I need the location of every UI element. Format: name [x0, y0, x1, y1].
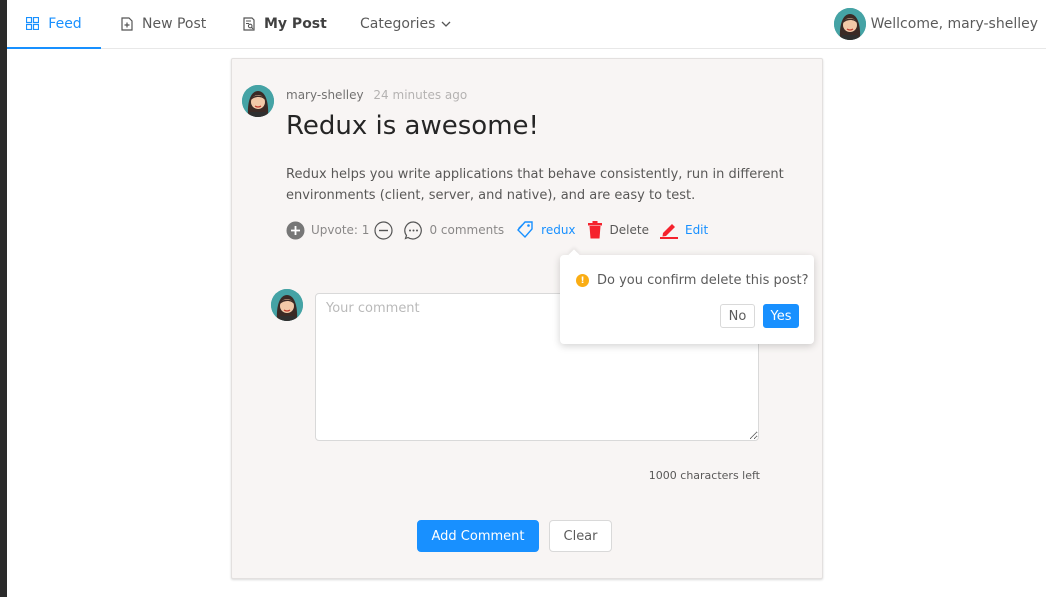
clear-button[interactable]: Clear	[549, 520, 612, 552]
author-name[interactable]: mary-shelley	[286, 88, 364, 102]
popconfirm-text: Do you confirm delete this post?	[597, 273, 809, 288]
nav-my-post-label: My Post	[264, 16, 327, 32]
post-actions: Upvote: 1 0 comments redux Delete Edit	[286, 219, 708, 241]
nav-feed-label: Feed	[48, 15, 82, 32]
appstore-icon	[26, 17, 40, 30]
nav-my-post[interactable]: My Post	[243, 0, 327, 48]
user-menu[interactable]: Wellcome, mary-shelley	[833, 8, 1038, 40]
nav-new-post[interactable]: New Post	[121, 0, 206, 48]
delete-popconfirm: ! Do you confirm delete this post? No Ye…	[560, 249, 814, 344]
add-comment-button[interactable]: Add Comment	[417, 520, 539, 552]
user-avatar	[833, 8, 866, 40]
post-time: 24 minutes ago	[373, 88, 468, 102]
comments-count[interactable]: 0 comments	[404, 220, 505, 240]
nav-categories-label: Categories	[360, 16, 436, 32]
post-title: Redux is awesome!	[286, 111, 539, 141]
author-line: mary-shelley 24 minutes ago	[286, 88, 467, 102]
file-add-icon	[121, 17, 133, 31]
downvote-button[interactable]	[374, 220, 394, 240]
minus-circle-icon	[374, 220, 394, 240]
trash-icon	[587, 221, 602, 239]
upvote-button[interactable]: Upvote: 1	[286, 221, 369, 240]
edit-icon	[659, 224, 678, 239]
welcome-text: Wellcome, mary-shelley	[870, 16, 1038, 32]
edit-label: Edit	[684, 223, 709, 237]
nav-feed[interactable]: Feed	[7, 0, 101, 49]
author-avatar	[242, 85, 274, 117]
chevron-down-icon	[442, 21, 451, 27]
tags-icon	[517, 221, 533, 239]
file-search-icon	[243, 17, 255, 31]
popconfirm-no-button[interactable]: No	[720, 304, 755, 328]
top-navbar: Feed New Post My Post Categories Wellcom…	[7, 0, 1046, 49]
tag-label: redux	[541, 223, 576, 237]
plus-circle-icon	[286, 221, 305, 239]
commenter-avatar	[271, 289, 303, 321]
window-edge	[0, 0, 7, 597]
message-icon	[404, 220, 423, 240]
post-body: Redux helps you write applications that …	[286, 167, 784, 203]
chars-left-counter: 1000 characters left	[648, 469, 760, 482]
popconfirm-yes-button[interactable]: Yes	[763, 304, 799, 328]
exclamation-circle-icon: !	[576, 274, 589, 287]
delete-label: Delete	[609, 223, 649, 237]
nav-categories[interactable]: Categories	[360, 0, 451, 48]
nav-new-post-label: New Post	[142, 16, 207, 32]
upvote-label: Upvote: 1	[311, 223, 370, 237]
delete-button[interactable]: Delete	[587, 221, 649, 239]
edit-button[interactable]: Edit	[659, 221, 709, 239]
tag-redux[interactable]: redux	[516, 221, 576, 239]
comments-label: 0 comments	[429, 223, 505, 237]
popconfirm-message: ! Do you confirm delete this post?	[576, 273, 808, 288]
